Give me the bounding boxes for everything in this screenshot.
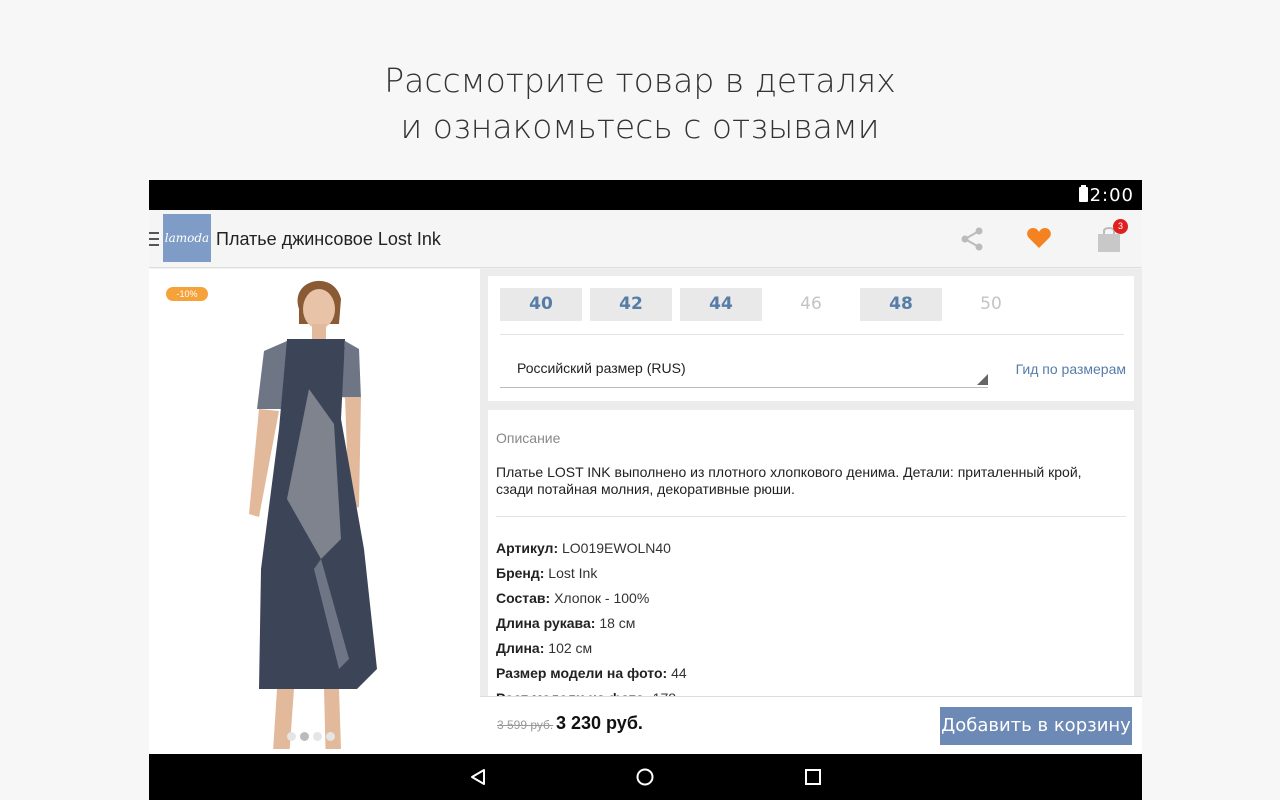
spec-value: LO019EWOLN40 <box>562 540 671 556</box>
heart-icon[interactable] <box>1026 226 1052 250</box>
old-price: 3 599 руб. <box>497 718 554 732</box>
promo-headline: Рассмотрите товар в деталях и ознакомьте… <box>0 58 1280 150</box>
spec-row: Длина: 102 см <box>496 636 687 661</box>
spec-value: Lost Ink <box>548 565 598 581</box>
size-option-48[interactable]: 48 <box>860 288 942 321</box>
spec-value: 44 <box>671 665 687 681</box>
size-option-50: 50 <box>980 294 1002 314</box>
spec-row: Бренд: Lost Ink <box>496 561 687 586</box>
purchase-bar: 3 599 руб. 3 230 руб. Добавить в корзину <box>480 696 1142 754</box>
promo-line-1: Рассмотрите товар в деталях <box>384 61 896 100</box>
description-heading: Описание <box>496 430 561 446</box>
spec-value: 102 см <box>548 640 593 656</box>
carousel-dot[interactable] <box>287 732 296 741</box>
size-picker: 40 42 44 46 48 50 Российский размер (RUS… <box>488 276 1134 401</box>
menu-icon[interactable] <box>149 232 159 246</box>
android-nav-bar <box>149 754 1142 800</box>
recents-icon[interactable] <box>804 768 822 786</box>
spec-row: Длина рукава: 18 см <box>496 611 687 636</box>
current-price: 3 230 руб. <box>556 713 643 733</box>
product-photo[interactable]: -10% <box>149 269 480 749</box>
status-bar: 12:00 <box>149 180 1142 210</box>
tablet-screen: 12:00 lamoda Платье джинсовое Lost Ink 3 <box>149 180 1142 800</box>
spec-label: Длина: <box>496 640 545 656</box>
spec-value: Хлопок - 100% <box>554 590 650 606</box>
add-to-cart-button[interactable]: Добавить в корзину <box>940 707 1132 745</box>
description-text: Платье LOST INK выполнено из плотного хл… <box>496 464 1082 497</box>
size-system-value: Российский размер (RUS) <box>517 360 686 376</box>
spec-row: Размер модели на фото: 44 <box>496 661 687 686</box>
promo-line-2: и ознакомьтесь с отзывами <box>400 107 880 146</box>
size-option-40[interactable]: 40 <box>500 288 582 321</box>
spec-label: Состав: <box>496 590 551 606</box>
size-system-dropdown[interactable]: Российский размер (RUS) <box>500 348 988 388</box>
divider <box>500 334 1124 335</box>
carousel-dot[interactable] <box>313 732 322 741</box>
lamoda-logo[interactable]: lamoda <box>163 214 211 262</box>
dropdown-arrow-icon <box>977 374 988 385</box>
back-icon[interactable] <box>469 768 487 786</box>
discount-badge: -10% <box>166 287 208 301</box>
spec-row: Состав: Хлопок - 100% <box>496 586 687 611</box>
spec-row: Артикул: LO019EWOLN40 <box>496 536 687 561</box>
size-option-44[interactable]: 44 <box>680 288 762 321</box>
app-bar: lamoda Платье джинсовое Lost Ink 3 <box>149 210 1142 268</box>
share-icon[interactable] <box>959 226 985 252</box>
spec-label: Артикул: <box>496 540 559 556</box>
dress-illustration <box>249 280 377 749</box>
size-option-42[interactable]: 42 <box>590 288 672 321</box>
carousel-dot[interactable] <box>326 732 335 741</box>
status-clock: 12:00 <box>1077 185 1134 206</box>
carousel-dot-active[interactable] <box>300 732 309 741</box>
spec-label: Размер модели на фото: <box>496 665 668 681</box>
spec-list: Артикул: LO019EWOLN40 Бренд: Lost Ink Со… <box>496 536 687 700</box>
spec-value: 18 см <box>599 615 636 631</box>
divider <box>496 516 1126 517</box>
description-card: Описание Платье LOST INK выполнено из пл… <box>488 410 1134 700</box>
product-title: Платье джинсовое Lost Ink <box>216 229 441 249</box>
spec-label: Длина рукава: <box>496 615 596 631</box>
spec-label: Бренд: <box>496 565 545 581</box>
carousel-dots[interactable] <box>287 732 335 741</box>
home-icon[interactable] <box>636 768 654 786</box>
cart-count-badge: 3 <box>1113 219 1128 234</box>
size-option-46: 46 <box>800 294 822 314</box>
size-guide-link[interactable]: Гид по размерам <box>1016 361 1126 377</box>
